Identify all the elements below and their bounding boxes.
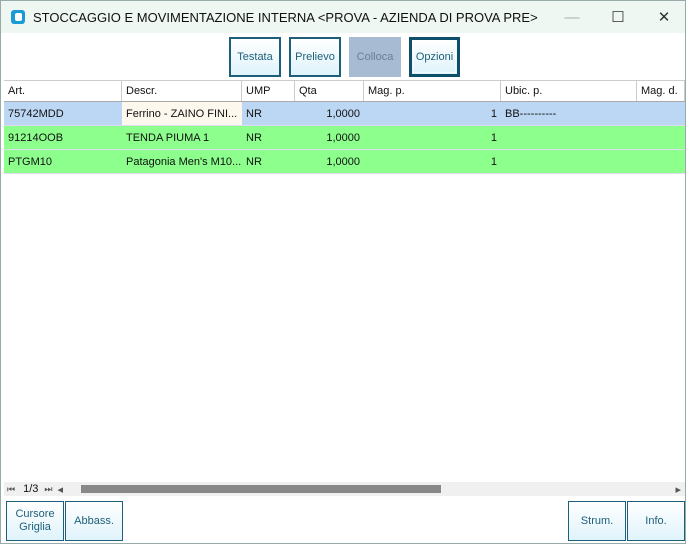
title-bar: STOCCAGGIO E MOVIMENTAZIONE INTERNA <PRO… [1, 1, 685, 33]
cell-mag-d [637, 102, 685, 125]
scroll-left-icon[interactable]: ◂ [58, 483, 64, 496]
cell-descr[interactable]: Ferrino - ZAINO FINI... [122, 102, 242, 125]
table-row[interactable]: 91214OOB TENDA PIUMA 1 NR 1,0000 1 [4, 126, 685, 150]
page-indicator: 1/3 [23, 483, 39, 495]
cell-ubic-p: BB---------- [505, 108, 557, 120]
cell-art: 75742MDD [8, 108, 64, 120]
cell-ump: NR [246, 108, 262, 120]
first-page-icon[interactable]: ⏮ [7, 484, 15, 495]
last-page-icon[interactable]: ⏭ [44, 484, 52, 495]
info-button[interactable]: Info. [627, 501, 685, 541]
scroll-right-icon[interactable]: ▸ [675, 483, 681, 496]
col-mag-d[interactable]: Mag. d. [637, 81, 685, 101]
minimize-button[interactable]: — [549, 1, 595, 33]
button-label: Cursore [15, 508, 55, 520]
strum-button[interactable]: Strum. [568, 501, 626, 541]
cell-qta: 1,0000 [326, 108, 360, 120]
cell-ump: NR [246, 132, 262, 144]
cell-descr: Patagonia Men's M10... [126, 156, 242, 168]
data-grid: Art. Descr. UMP Qta Mag. p. Ubic. p. Mag… [4, 80, 685, 496]
tab-prelievo[interactable]: Prelievo [289, 37, 341, 77]
tab-testata[interactable]: Testata [229, 37, 281, 77]
grid-header: Art. Descr. UMP Qta Mag. p. Ubic. p. Mag… [4, 81, 685, 102]
col-ump[interactable]: UMP [242, 81, 295, 101]
window-title: STOCCAGGIO E MOVIMENTAZIONE INTERNA <PRO… [33, 9, 538, 25]
cell-art: PTGM10 [8, 156, 53, 168]
cell-descr: TENDA PIUMA 1 [126, 132, 210, 144]
col-descr[interactable]: Descr. [122, 81, 242, 101]
table-row[interactable]: PTGM10 Patagonia Men's M10... NR 1,0000 … [4, 150, 685, 174]
cell-ubic-p [501, 150, 637, 173]
col-mag-p[interactable]: Mag. p. [364, 81, 501, 101]
table-row[interactable]: 75742MDD Ferrino - ZAINO FINI... NR 1,00… [4, 102, 685, 126]
col-qta[interactable]: Qta [295, 81, 364, 101]
cell-mag-d [637, 126, 685, 149]
cell-ump: NR [246, 156, 262, 168]
cell-mag-p: 1 [490, 108, 497, 120]
app-icon [11, 10, 25, 24]
cell-art: 91214OOB [8, 132, 64, 144]
cell-qta: 1,0000 [326, 132, 360, 144]
cell-ubic-p [501, 126, 637, 149]
cursore-griglia-button[interactable]: Cursore Griglia [6, 501, 64, 541]
cell-qta: 1,0000 [326, 156, 360, 168]
button-label: Griglia [19, 521, 51, 533]
cell-mag-p: 1 [490, 156, 497, 168]
tab-colloca[interactable]: Colloca [349, 37, 401, 77]
col-ubic-p[interactable]: Ubic. p. [501, 81, 637, 101]
col-art[interactable]: Art. [4, 81, 122, 101]
close-button[interactable]: ✕ [641, 1, 686, 33]
abbass-button[interactable]: Abbass. [65, 501, 123, 541]
window: STOCCAGGIO E MOVIMENTAZIONE INTERNA <PRO… [0, 0, 686, 544]
cell-mag-p: 1 [490, 132, 497, 144]
tab-opzioni[interactable]: Opzioni [409, 37, 460, 77]
horizontal-scrollbar-thumb[interactable] [81, 485, 441, 493]
maximize-button[interactable]: ☐ [595, 1, 641, 33]
cell-mag-d [637, 150, 685, 173]
